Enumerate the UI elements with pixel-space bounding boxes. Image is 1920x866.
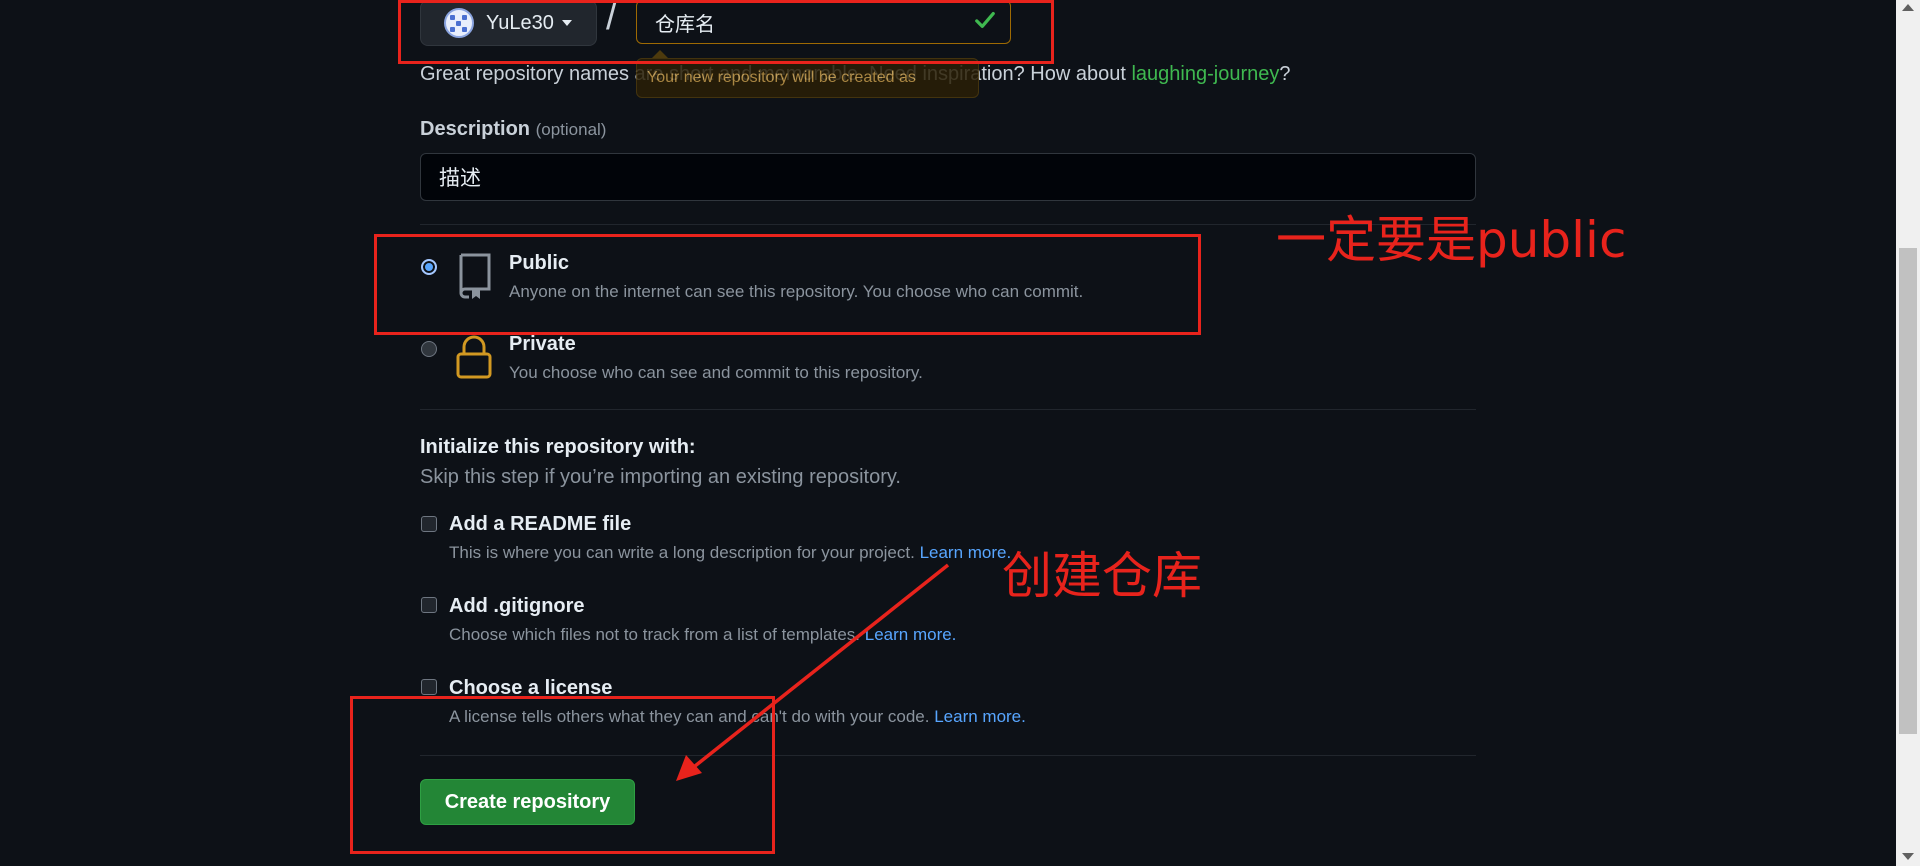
scroll-down-icon[interactable] <box>1902 853 1914 860</box>
scroll-up-icon[interactable] <box>1902 4 1914 11</box>
annotation-arrow <box>676 563 950 781</box>
scrollbar-thumb[interactable] <box>1899 248 1917 734</box>
